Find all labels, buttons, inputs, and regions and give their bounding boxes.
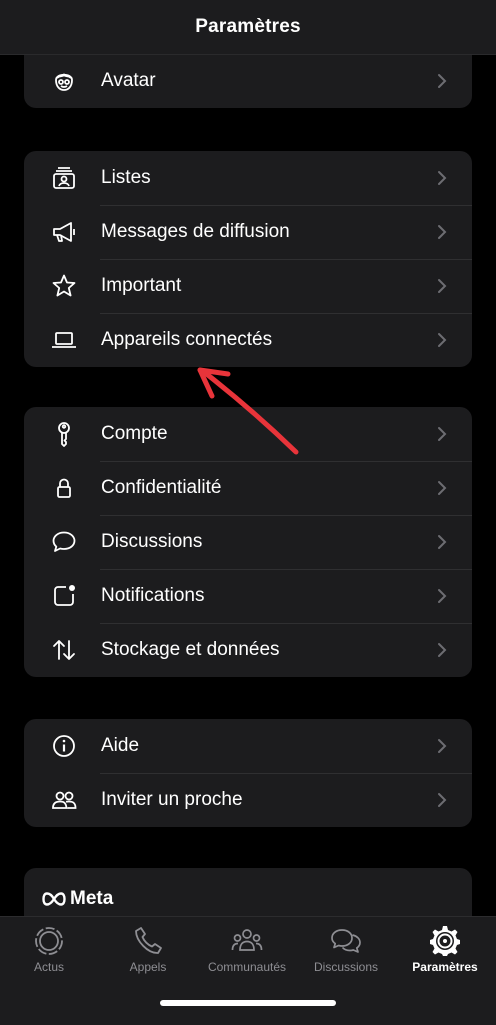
- settings-group-profile: Avatar: [24, 54, 472, 108]
- chevron-right-icon: [438, 643, 447, 657]
- meta-logo: Meta: [42, 888, 113, 910]
- settings-item-broadcast[interactable]: Messages de diffusion: [24, 205, 472, 259]
- chevron-right-icon: [438, 793, 447, 807]
- settings-item-starred[interactable]: Important: [24, 259, 472, 313]
- meta-label: Meta: [70, 888, 114, 909]
- settings-item-label: Stockage et données: [101, 639, 280, 660]
- info-icon: [50, 732, 78, 760]
- settings-group-account: Compte Confidentialité Discussions Notif…: [24, 407, 472, 677]
- chevron-right-icon: [438, 739, 447, 753]
- page-title: Paramètres: [195, 16, 301, 37]
- settings-item-label: Appareils connectés: [101, 329, 273, 350]
- home-indicator: [160, 1000, 336, 1006]
- chevron-right-icon: [438, 74, 447, 88]
- chat-bubble-icon: [50, 528, 78, 556]
- avatar-icon: [50, 67, 78, 95]
- tab-updates[interactable]: Actus: [4, 925, 94, 974]
- tab-calls[interactable]: Appels: [103, 925, 193, 974]
- people-icon: [50, 786, 78, 814]
- settings-item-label: Confidentialité: [101, 477, 222, 498]
- chats-icon: [331, 929, 361, 953]
- tab-label: Paramètres: [412, 960, 478, 974]
- updates-icon: [35, 927, 63, 955]
- chevron-right-icon: [438, 279, 447, 293]
- tab-label: Appels: [129, 960, 167, 974]
- settings-gear-icon: [430, 926, 460, 956]
- chevron-right-icon: [438, 333, 447, 347]
- meta-infinity-icon: [42, 892, 66, 906]
- settings-item-linked-devices[interactable]: Appareils connectés: [24, 313, 472, 367]
- bottom-tab-bar: Actus Appels Communautés Discussions Par…: [0, 916, 496, 1025]
- lock-icon: [50, 474, 78, 502]
- key-icon: [50, 420, 78, 448]
- settings-group-tools: Listes Messages de diffusion Important A…: [24, 151, 472, 367]
- settings-item-notifications[interactable]: Notifications: [24, 569, 472, 623]
- settings-item-invite[interactable]: Inviter un proche: [24, 773, 472, 827]
- settings-item-chats[interactable]: Discussions: [24, 515, 472, 569]
- settings-item-label: Messages de diffusion: [101, 221, 290, 242]
- tab-label: Discussions: [313, 960, 379, 974]
- chevron-right-icon: [438, 589, 447, 603]
- settings-item-label: Avatar: [101, 70, 156, 91]
- chevron-right-icon: [438, 225, 447, 239]
- phone-icon: [135, 927, 162, 954]
- settings-item-lists[interactable]: Listes: [24, 151, 472, 205]
- megaphone-icon: [50, 218, 78, 246]
- laptop-icon: [50, 326, 78, 354]
- settings-item-help[interactable]: Aide: [24, 719, 472, 773]
- tab-settings[interactable]: Paramètres: [400, 925, 490, 974]
- settings-group-help: Aide Inviter un proche: [24, 719, 472, 827]
- settings-item-label: Compte: [101, 423, 168, 444]
- tab-label: Communautés: [207, 960, 287, 974]
- chevron-right-icon: [438, 535, 447, 549]
- lists-icon: [50, 164, 78, 192]
- star-icon: [50, 272, 78, 300]
- settings-item-label: Notifications: [101, 585, 205, 606]
- settings-item-label: Important: [101, 275, 182, 296]
- data-arrows-icon: [50, 636, 78, 664]
- settings-item-account[interactable]: Compte: [24, 407, 472, 461]
- settings-item-label: Discussions: [101, 531, 203, 552]
- settings-item-label: Listes: [101, 167, 151, 188]
- communities-icon: [231, 929, 263, 951]
- chevron-right-icon: [438, 481, 447, 495]
- settings-item-label: Inviter un proche: [101, 789, 243, 810]
- settings-item-avatar[interactable]: Avatar: [24, 54, 472, 108]
- settings-item-storage-data[interactable]: Stockage et données: [24, 623, 472, 677]
- notification-icon: [50, 582, 78, 610]
- chevron-right-icon: [438, 171, 447, 185]
- top-bar: Paramètres: [0, 0, 496, 55]
- tab-chats[interactable]: Discussions: [301, 925, 391, 974]
- settings-item-privacy[interactable]: Confidentialité: [24, 461, 472, 515]
- chevron-right-icon: [438, 427, 447, 441]
- settings-item-label: Aide: [101, 735, 140, 756]
- tab-label: Actus: [33, 960, 64, 974]
- tab-communities[interactable]: Communautés: [202, 925, 292, 974]
